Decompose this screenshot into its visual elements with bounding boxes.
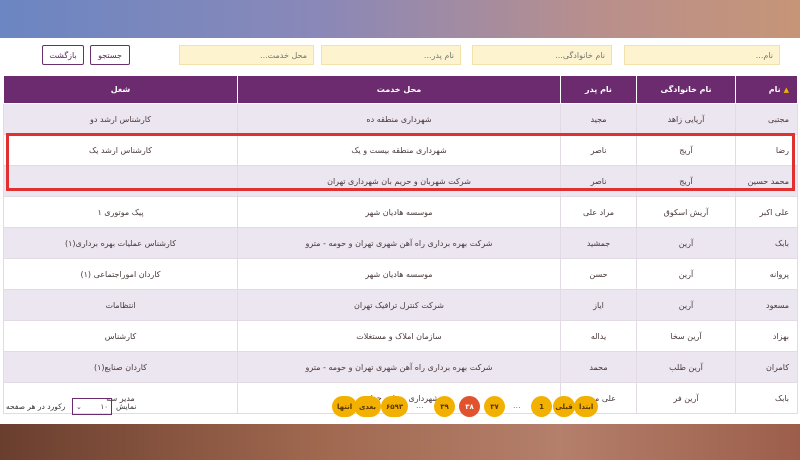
col-header-workplace[interactable]: محل خدمت [237,75,561,104]
cell-job: کارشناس [3,320,238,352]
cell-first-name: بابک [735,227,798,259]
cell-job: کارشناس ارشد دو [3,103,238,135]
table-row[interactable]: بهزاد آرین سخا یداله سازمان املاک و مستغ… [3,320,798,352]
cell-first-name: مجتبی [735,103,798,135]
cell-father-name: ایاز [560,289,637,321]
cell-workplace: شرکت کنترل ترافیک تهران [237,289,561,321]
page-1-button[interactable]: 1 [531,396,552,417]
back-button[interactable]: بازگشت [42,45,84,65]
cell-father-name: ناصر [560,165,637,197]
cell-first-name: مسعود [735,289,798,321]
cell-last-name: آریایی زاهد [636,103,736,135]
cell-father-name: جمشید [560,227,637,259]
page-38-button[interactable]: ۳۸ [459,396,480,417]
first-name-field[interactable] [624,45,780,65]
per-page-value: ۱۰ [100,402,108,411]
cell-workplace: شهرداری منطقه ده [237,103,561,135]
chevron-down-icon: ⌄ [76,402,82,411]
cell-workplace: شرکت شهربان و حریم بان شهرداری تهران [237,165,561,197]
pagination-ellipsis-2: ... [416,401,424,410]
cell-workplace: سازمان املاک و مستغلات [237,320,561,352]
cell-father-name: یداله [560,320,637,352]
show-label: نمایش [116,402,137,411]
page-prev-button[interactable]: قبلی [553,396,575,417]
cell-job: انتظامات [3,289,238,321]
cell-last-name: آرین [636,227,736,259]
table-row[interactable]: بابک آرین جمشید شرکت بهره برداری راه آهن… [3,227,798,259]
cell-last-name: آرین [636,289,736,321]
table-row[interactable]: مجتبی آریایی زاهد مجید شهرداری منطقه ده … [3,103,798,135]
table-row[interactable]: مسعود آرین ایاز شرکت کنترل ترافیک تهران … [3,289,798,321]
table-header-row: ▲نام نام خانوادگی نام پدر محل خدمت شغل [3,75,798,104]
table-row[interactable]: علی اکبر آریش اسکوق مراد علی موسسه هادیا… [3,196,798,228]
col-header-first-name[interactable]: ▲نام [735,75,798,104]
last-name-field[interactable] [472,45,612,65]
cell-first-name: کامران [735,351,798,383]
cell-first-name: پروانه [735,258,798,290]
col-header-label: نام [768,85,781,94]
cell-father-name: حسن [560,258,637,290]
cell-first-name: محمد حسین [735,165,798,197]
cell-first-name: رضا [735,134,798,166]
table-row[interactable]: پروانه آرین حسن موسسه هادیان شهر کاردان … [3,258,798,290]
workplace-field[interactable] [179,45,314,65]
cell-father-name: مراد علی [560,196,637,228]
cell-workplace: موسسه هادیان شهر [237,196,561,228]
cell-first-name: بهزاد [735,320,798,352]
page-39-button[interactable]: ۳۹ [434,396,455,417]
col-header-father-name[interactable]: نام پدر [560,75,637,104]
cell-last-name: آرین طلب [636,351,736,383]
col-header-last-name[interactable]: نام خانوادگی [636,75,736,104]
page-37-button[interactable]: ۳۷ [484,396,505,417]
page-last-button[interactable]: انتها [332,396,358,417]
table-row[interactable]: کامران آرین طلب محمد شرکت بهره برداری را… [3,351,798,383]
cell-last-name: آریج [636,165,736,197]
col-header-job[interactable]: شغل [3,75,238,104]
cell-job: کارشناس ارشد یک [3,134,238,166]
cell-last-name: آرین سخا [636,320,736,352]
cell-workplace: شهرداری منطقه بیست و یک [237,134,561,166]
pagination-ellipsis: ... [513,401,521,410]
top-background-band [0,0,800,38]
per-page-select[interactable]: ⌄ ۱۰ [72,398,112,415]
cell-job: کاردان صنایع(۱) [3,351,238,383]
cell-father-name: مجید [560,103,637,135]
sort-ascending-icon[interactable]: ▲ [784,86,789,94]
cell-father-name: محمد [560,351,637,383]
father-name-field[interactable] [321,45,461,65]
cell-last-name: آریش اسکوق [636,196,736,228]
cell-last-name: آرین [636,258,736,290]
bottom-background-band [0,424,800,460]
cell-job: پیک موتوری ۱ [3,196,238,228]
page-next-button[interactable]: بعدی [354,396,382,417]
cell-father-name: ناصر [560,134,637,166]
search-button[interactable]: جستجو [90,45,130,65]
cell-job: کاردان اموراجتماعی (۱) [3,258,238,290]
results-table: ▲نام نام خانوادگی نام پدر محل خدمت شغل م… [3,75,798,414]
cell-job: کارشناس عملیات بهره برداری(۱) [3,227,238,259]
cell-workplace: شرکت بهره برداری راه آهن شهری تهران و حو… [237,351,561,383]
page-last-number-button[interactable]: ۶۵۹۳ [381,396,409,417]
search-bar: جستجو بازگشت [0,45,800,67]
cell-workplace: شرکت بهره برداری راه آهن شهری تهران و حو… [237,227,561,259]
table-row[interactable]: رضا آریج ناصر شهرداری منطقه بیست و یک کا… [3,134,798,166]
cell-workplace: موسسه هادیان شهر [237,258,561,290]
table-row[interactable]: محمد حسین آریج ناصر شرکت شهربان و حریم ب… [3,165,798,197]
cell-first-name: علی اکبر [735,196,798,228]
records-per-page-label: رکورد در هر صفحه [6,402,66,411]
page-first-button[interactable]: ابتدا [574,396,599,417]
cell-job [3,165,238,197]
cell-last-name: آریج [636,134,736,166]
